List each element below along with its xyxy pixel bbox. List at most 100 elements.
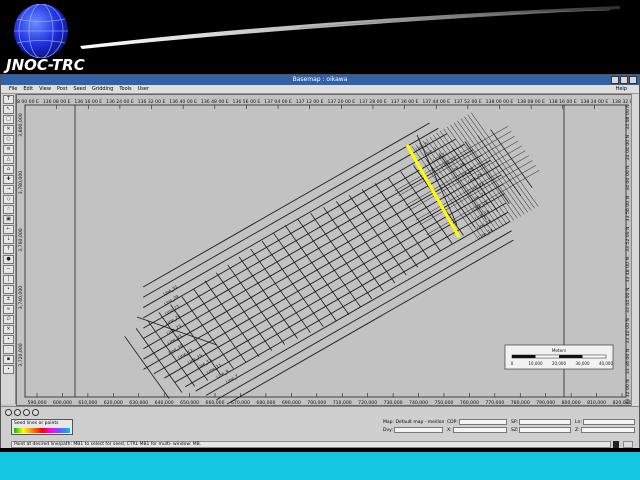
top-tick-label: 138 32 00 E [612, 99, 633, 105]
status-button[interactable] [623, 441, 633, 448]
left-tick-label: 3,780,000 [18, 171, 24, 194]
menu-bar: File Edit View Post Seed Gridding Tools … [1, 85, 639, 94]
top-tick-label: 137 36 00 E [391, 99, 419, 105]
tool-button-icon[interactable]: ◇ [3, 195, 14, 204]
top-tick-label: 136 40 00 E [169, 99, 197, 105]
scalebar-tick-label: 10,000 [529, 361, 543, 366]
survey-line [142, 122, 430, 288]
left-tick-label: 3,740,000 [18, 286, 24, 309]
seed-lines-box[interactable]: Seed lines or points [11, 419, 73, 435]
tool-button-icon[interactable]: ← [3, 225, 14, 234]
cdp-field: CDP: [447, 419, 507, 425]
tool-button-icon[interactable]: ≡ [3, 145, 14, 154]
survey-line [216, 230, 512, 401]
sz-field: SZ: [511, 427, 571, 433]
circle-icon[interactable] [5, 409, 12, 416]
tool-palette: T ↖ □ ✕ ○ ≡ △ ⌂ ✚ → ◇ ☆ ▣ ← ↓ ↑ ● ─ │ • ± ≈ ∅ × ∙ ◦ ▪ ∙ [1, 94, 16, 404]
basemap-svg[interactable]: 138 00 00 E 136 08 00 E136 16 00 E 136 24 … [17, 95, 633, 406]
dvy-value-box[interactable] [393, 427, 443, 433]
menu-gridding[interactable]: Gridding [92, 86, 113, 92]
tool-button-icon[interactable]: │ [3, 275, 14, 284]
bottom-panel: Seed lines or points Map: Default map - … [1, 406, 639, 448]
top-tick-label: 137 52 00 E [454, 99, 482, 105]
circle-icon[interactable] [23, 409, 30, 416]
tool-button-icon[interactable]: → [3, 185, 14, 194]
survey-line [204, 280, 260, 357]
dvy-field: Dvy: [383, 427, 443, 433]
tool-button-icon[interactable]: ± [3, 295, 14, 304]
top-tick-label: 137 20 00 E [327, 99, 355, 105]
sz-value-box[interactable] [519, 427, 571, 433]
maximize-button[interactable] [620, 76, 628, 84]
left-tick-label: 3,720,000 [18, 343, 24, 366]
ln-value-box[interactable] [582, 419, 635, 425]
top-tick-label: 136 24 00 E [106, 99, 134, 105]
close-button[interactable] [629, 76, 637, 84]
top-tick-label: 137 04 00 E [264, 99, 292, 105]
tool-button-icon[interactable]: ✚ [3, 175, 14, 184]
menu-post[interactable]: Post [57, 86, 67, 92]
tool-button-icon[interactable]: □ [3, 115, 14, 124]
tool-button-icon[interactable]: × [3, 325, 14, 334]
tool-button-icon[interactable]: ◦ [3, 345, 14, 354]
top-tick-label: 138 00 00 E [486, 99, 514, 105]
left-tick-label: 3,800,000 [18, 113, 24, 136]
slide-banner: JNOC-TRC [0, 0, 640, 78]
menu-seed[interactable]: Seed [73, 86, 86, 92]
basemap-canvas[interactable]: 138 00 00 E 136 08 00 E136 16 00 E 136 24 … [16, 94, 633, 406]
tool-button-icon[interactable]: ▣ [3, 215, 14, 224]
x-value-box[interactable] [452, 427, 507, 433]
survey-line [238, 256, 298, 339]
top-tick-label: 136 08 00 E [43, 99, 71, 105]
tool-button-icon[interactable]: ✕ [3, 125, 14, 134]
map-field: Map: Default map - meillon [383, 419, 445, 425]
tool-button-icon[interactable]: ∙ [3, 365, 14, 374]
survey-line [227, 264, 286, 345]
circle-icon[interactable] [14, 409, 21, 416]
scalebar-title: Meters [552, 348, 566, 353]
window-titlebar: Basemap : oikawa [1, 75, 639, 85]
z-value-box[interactable] [580, 427, 635, 433]
circle-icon[interactable] [32, 409, 39, 416]
survey-line [250, 248, 311, 333]
vertical-scrollbar[interactable] [631, 94, 639, 406]
x-field: X: [447, 427, 507, 433]
cdp-value-box[interactable] [458, 419, 507, 425]
top-tick-label: 138 16 00 E [549, 99, 577, 105]
survey-line [143, 138, 456, 319]
tool-button-icon[interactable]: ▪ [3, 355, 14, 364]
scalebar-tick-label: 40,000 [599, 361, 613, 366]
panel-icons [5, 409, 39, 416]
minimize-button[interactable] [611, 76, 619, 84]
top-tick-label: 136 56 00 E [233, 99, 261, 105]
survey-line [143, 143, 465, 329]
tool-button-icon[interactable]: ☆ [3, 205, 14, 214]
menu-file[interactable]: File [9, 86, 17, 92]
menu-tools[interactable]: Tools [119, 86, 131, 92]
sp-value-box[interactable] [519, 419, 571, 425]
tool-button-icon[interactable]: ↓ [3, 235, 14, 244]
tool-button-icon[interactable]: ∅ [3, 315, 14, 324]
survey-line [205, 221, 511, 396]
tool-button-icon[interactable]: ● [3, 255, 14, 264]
status-message: Point at desired line/path: MB1 to selec… [11, 441, 611, 448]
menu-view[interactable]: View [39, 86, 51, 92]
tool-button-icon[interactable]: ↖ [3, 105, 14, 114]
seed-label: Seed lines or points [14, 421, 59, 426]
tool-button-icon[interactable]: ≈ [3, 305, 14, 314]
tool-button-icon[interactable]: ↑ [3, 245, 14, 254]
menu-user[interactable]: User [138, 86, 149, 92]
menu-edit[interactable]: Edit [23, 86, 33, 92]
tool-button-icon[interactable]: ∙ [3, 335, 14, 344]
tool-button-icon[interactable]: T [3, 95, 14, 104]
survey-line [361, 189, 419, 268]
tool-button-icon[interactable]: ○ [3, 135, 14, 144]
menu-help[interactable]: Help [616, 86, 627, 92]
tool-button-icon[interactable]: △ [3, 155, 14, 164]
tool-button-icon[interactable]: ─ [3, 265, 14, 274]
brand-title: JNOC-TRC [6, 56, 85, 74]
tool-button-icon[interactable]: • [3, 285, 14, 294]
tool-button-icon[interactable]: ⌂ [3, 165, 14, 174]
survey-line [226, 239, 514, 405]
z-field: Z: [575, 427, 635, 433]
